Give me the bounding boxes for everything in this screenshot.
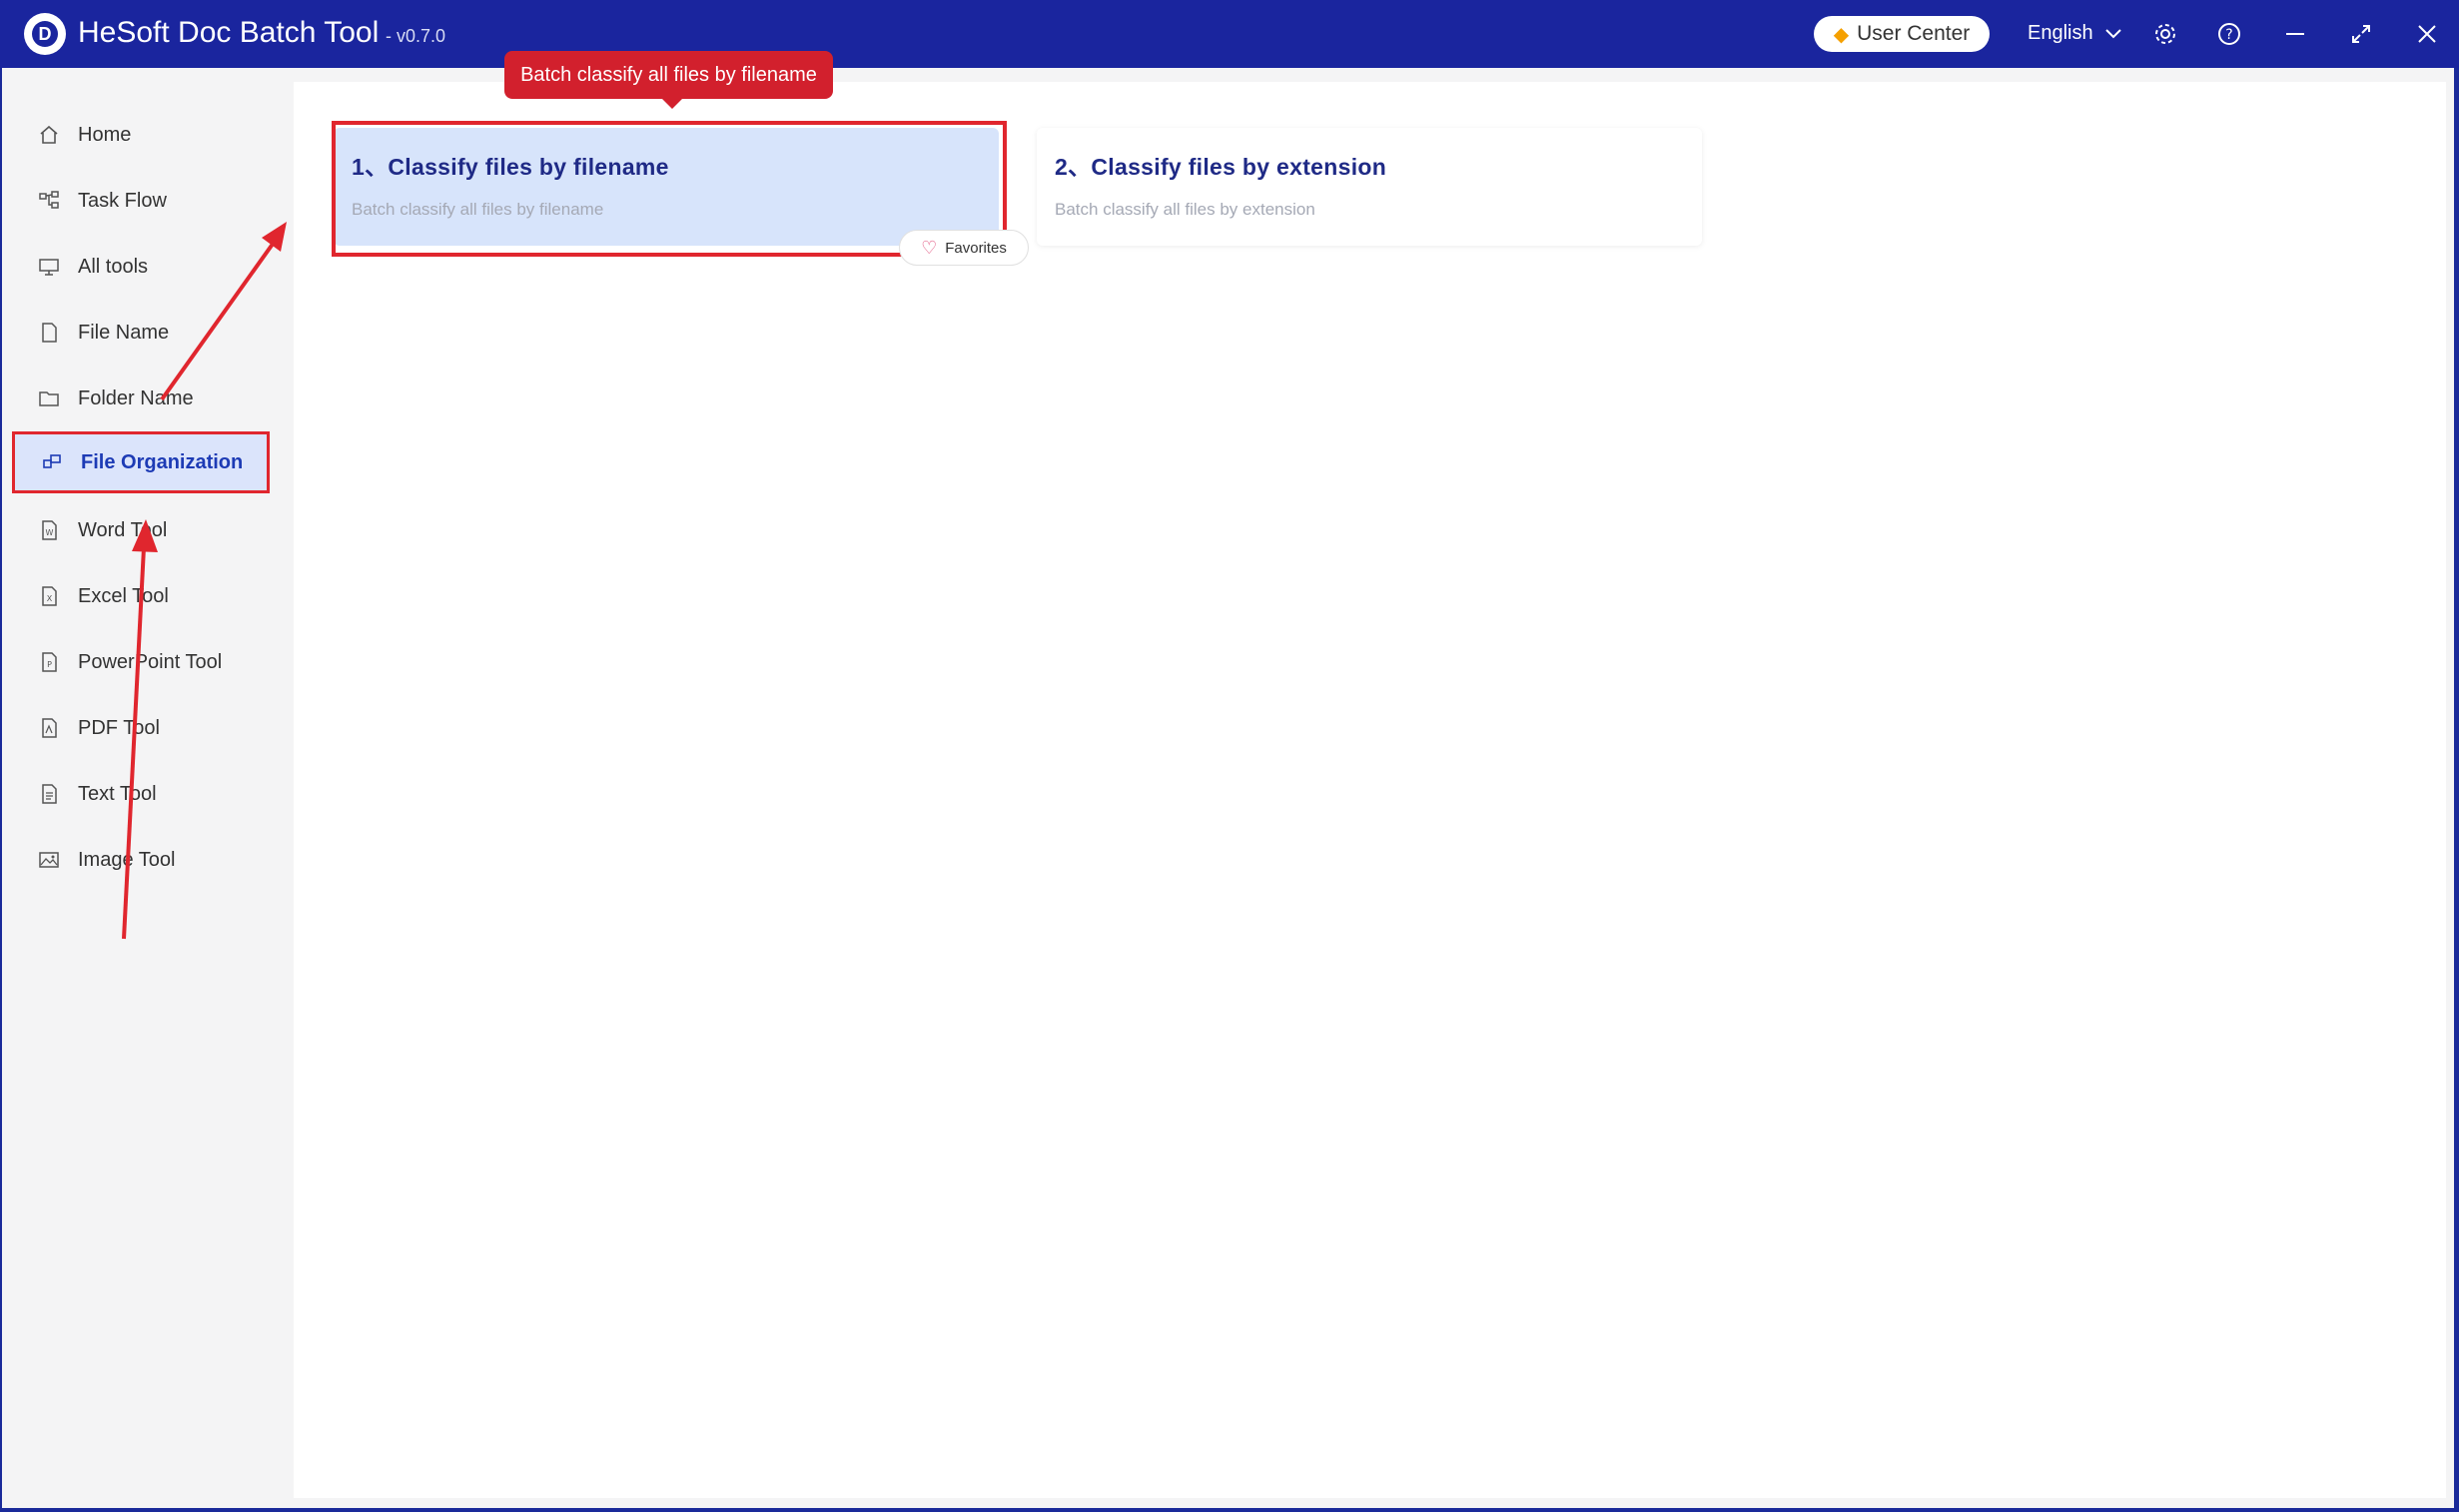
word-icon: W [38,519,60,541]
sidebar-item-all-tools[interactable]: All tools [38,247,268,287]
app-title: HeSoft Doc Batch Tool [78,16,380,49]
sidebar-item-label: File Name [78,321,170,344]
sidebar-item-label: PDF Tool [78,716,160,739]
sidebar-item-file-organization[interactable]: File Organization [12,431,270,493]
sidebar-item-word-tool[interactable]: W Word Tool [38,510,268,550]
excel-icon: X [38,585,60,607]
help-icon[interactable]: ? [2211,16,2247,52]
sidebar-item-label: Word Tool [78,518,168,541]
card-description: Batch classify all files by extension [1055,200,1315,219]
sidebar-item-home[interactable]: Home [38,115,268,155]
svg-text:X: X [47,594,53,603]
sidebar-item-label: Folder Name [78,386,194,409]
file-icon [38,322,60,344]
sidebar-item-label: All tools [78,255,149,278]
app-body: Home Task Flow All tools File Name Folde… [2,68,2454,1508]
monitor-icon [38,256,60,278]
user-center-button[interactable]: ◆ User Center [1814,16,1990,52]
user-center-label: User Center [1857,22,1971,45]
favorites-label: Favorites [945,239,1007,257]
sidebar-item-label: PowerPoint Tool [78,650,223,673]
app-version: - v0.7.0 [386,26,446,46]
minimize-icon[interactable] [2277,16,2313,52]
settings-icon[interactable] [2147,16,2183,52]
sidebar-item-pdf-tool[interactable]: PDF Tool [38,708,268,748]
task-flow-icon [38,190,60,212]
svg-text:P: P [47,660,52,669]
pdf-icon [38,717,60,739]
sidebar-item-label: Task Flow [78,189,167,212]
app-logo-icon: D [24,13,66,55]
folder-icon [38,387,60,409]
language-select[interactable]: English [2028,22,2121,45]
card-title: 2、Classify files by extension [1055,154,1387,180]
tool-card-classify-by-extension[interactable]: 2、Classify files by extension Batch clas… [1037,128,1702,246]
sidebar: Home Task Flow All tools File Name Folde… [2,68,292,1508]
sidebar-item-label: Home [78,123,132,146]
sidebar-item-text-tool[interactable]: Text Tool [38,774,268,814]
powerpoint-icon: P [38,651,60,673]
sidebar-item-label: Excel Tool [78,584,169,607]
text-icon [38,783,60,805]
favorites-button[interactable]: ♡ Favorites [899,230,1029,266]
close-icon[interactable] [2409,16,2445,52]
sidebar-item-image-tool[interactable]: Image Tool [38,840,268,880]
chevron-down-icon [2104,28,2121,38]
tooltip: Batch classify all files by filename [504,51,833,109]
sidebar-item-label: Text Tool [78,782,157,805]
main-content: 1、Classify files by filename Batch class… [294,82,2446,1498]
title-bar: D HeSoft Doc Batch Tool - v0.7.0 ◆ User … [0,0,2459,68]
sidebar-item-folder-name[interactable]: Folder Name [38,378,268,418]
svg-text:W: W [46,528,54,537]
diamond-icon: ◆ [1833,23,1850,46]
sidebar-item-powerpoint-tool[interactable]: P PowerPoint Tool [38,642,268,682]
sidebar-item-excel-tool[interactable]: X Excel Tool [38,576,268,616]
sidebar-item-file-name[interactable]: File Name [38,313,268,353]
language-label: English [2028,22,2093,44]
sidebar-item-label: File Organization [81,450,244,473]
image-icon [38,849,60,871]
organize-icon [41,451,63,473]
svg-text:?: ? [2225,27,2232,43]
maximize-icon[interactable] [2343,16,2379,52]
sidebar-item-label: Image Tool [78,848,176,871]
sidebar-item-task-flow[interactable]: Task Flow [38,181,268,221]
heart-icon: ♡ [921,237,938,258]
home-icon [38,124,60,146]
